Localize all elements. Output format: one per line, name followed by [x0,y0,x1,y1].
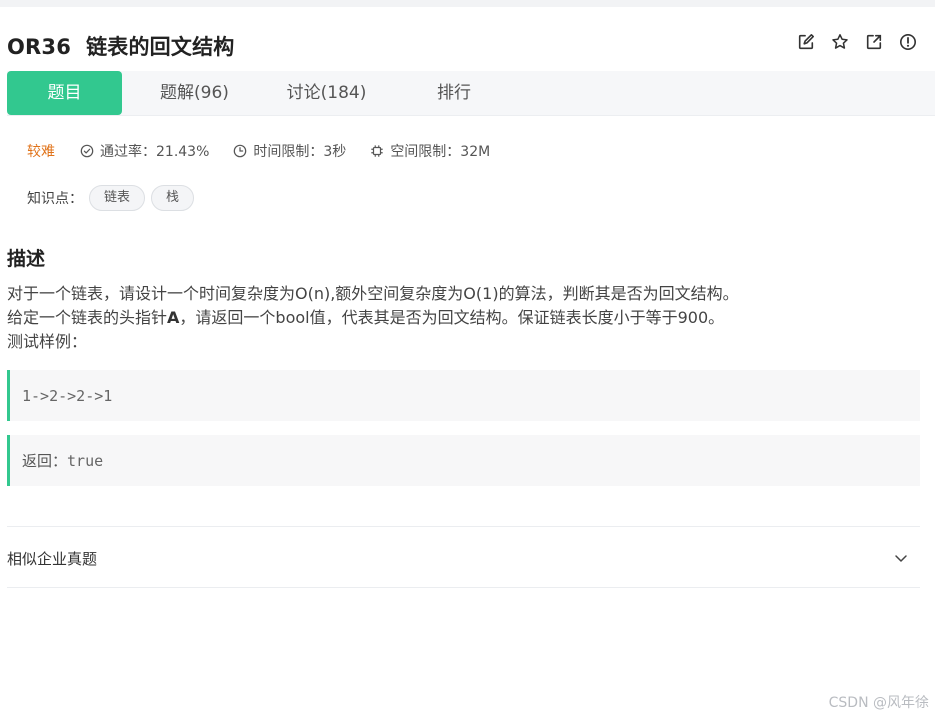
check-circle-icon [80,144,94,158]
time-limit: 时间限制：3秒 [233,141,346,161]
star-icon[interactable] [831,33,849,51]
description-line-3: 测试样例： [7,332,88,351]
example-input: 1->2->2->1 [22,386,113,405]
clock-icon [234,144,247,158]
tab-bar: 题目 题解(96) 讨论(184) 排行 [7,71,935,116]
tab-ranking[interactable]: 排行 [419,71,489,115]
description-body: 对于一个链表，请设计一个时间复杂度为O(n),额外空间复杂度为O(1)的算法，判… [7,282,739,354]
problem-title: 链表的回文结构 [86,35,235,59]
line2-bold: A [167,308,180,327]
example-input-block: 1->2->2->1 [7,370,920,421]
pass-rate-text: 通过率：21.43% [100,144,210,160]
description-heading: 描述 [7,248,46,270]
tag-linked-list[interactable]: 链表 [89,185,146,211]
space-limit: 空间限制：32M [370,141,490,161]
description-line-2: 给定一个链表的头指针A，请返回一个bool值，代表其是否为回文结构。保证链表长度… [7,306,739,330]
report-icon[interactable] [899,33,917,51]
tag-stack[interactable]: 栈 [151,185,195,211]
divider [7,587,920,588]
example-output-label: 返回： [22,452,68,470]
line2-prefix: 给定一个链表的头指针 [7,308,168,327]
divider [7,526,920,527]
title-actions [797,33,917,51]
tags-label: 知识点： [27,191,83,207]
watermark: CSDN @风年徐 [828,695,929,711]
chip-icon [371,145,383,157]
description-line-1: 对于一个链表，请设计一个时间复杂度为O(n),额外空间复杂度为O(1)的算法，判… [7,284,739,303]
knowledge-tags: 知识点： 链表 栈 [27,185,200,211]
tab-solutions[interactable]: 题解(96) [142,71,247,115]
time-limit-text: 时间限制：3秒 [253,144,347,160]
tab-problem[interactable]: 题目 [7,71,122,115]
difficulty-badge: 较难 [27,144,55,160]
open-external-icon[interactable] [865,33,883,51]
page-title: OR36 链表的回文结构 [7,31,234,61]
example-output-block: 返回： true [7,435,920,486]
edit-icon[interactable] [797,33,815,51]
line2-suffix: ，请返回一个bool值，代表其是否为回文结构。保证链表长度小于等于900。 [179,308,725,327]
top-strip [0,0,935,7]
similar-questions-toggle[interactable]: 相似企业真题 [7,540,920,576]
pass-rate: 通过率：21.43% [80,141,209,161]
similar-questions-label: 相似企业真题 [7,549,98,568]
space-limit-text: 空间限制：32M [390,144,491,160]
chevron-down-icon [895,555,907,562]
problem-id: OR36 [7,35,72,59]
problem-meta: 较难 通过率：21.43% 时间限制：3秒 空间限制：32M [27,141,514,161]
tab-discussion[interactable]: 讨论(184) [269,71,384,115]
example-output-value: true [67,451,104,470]
